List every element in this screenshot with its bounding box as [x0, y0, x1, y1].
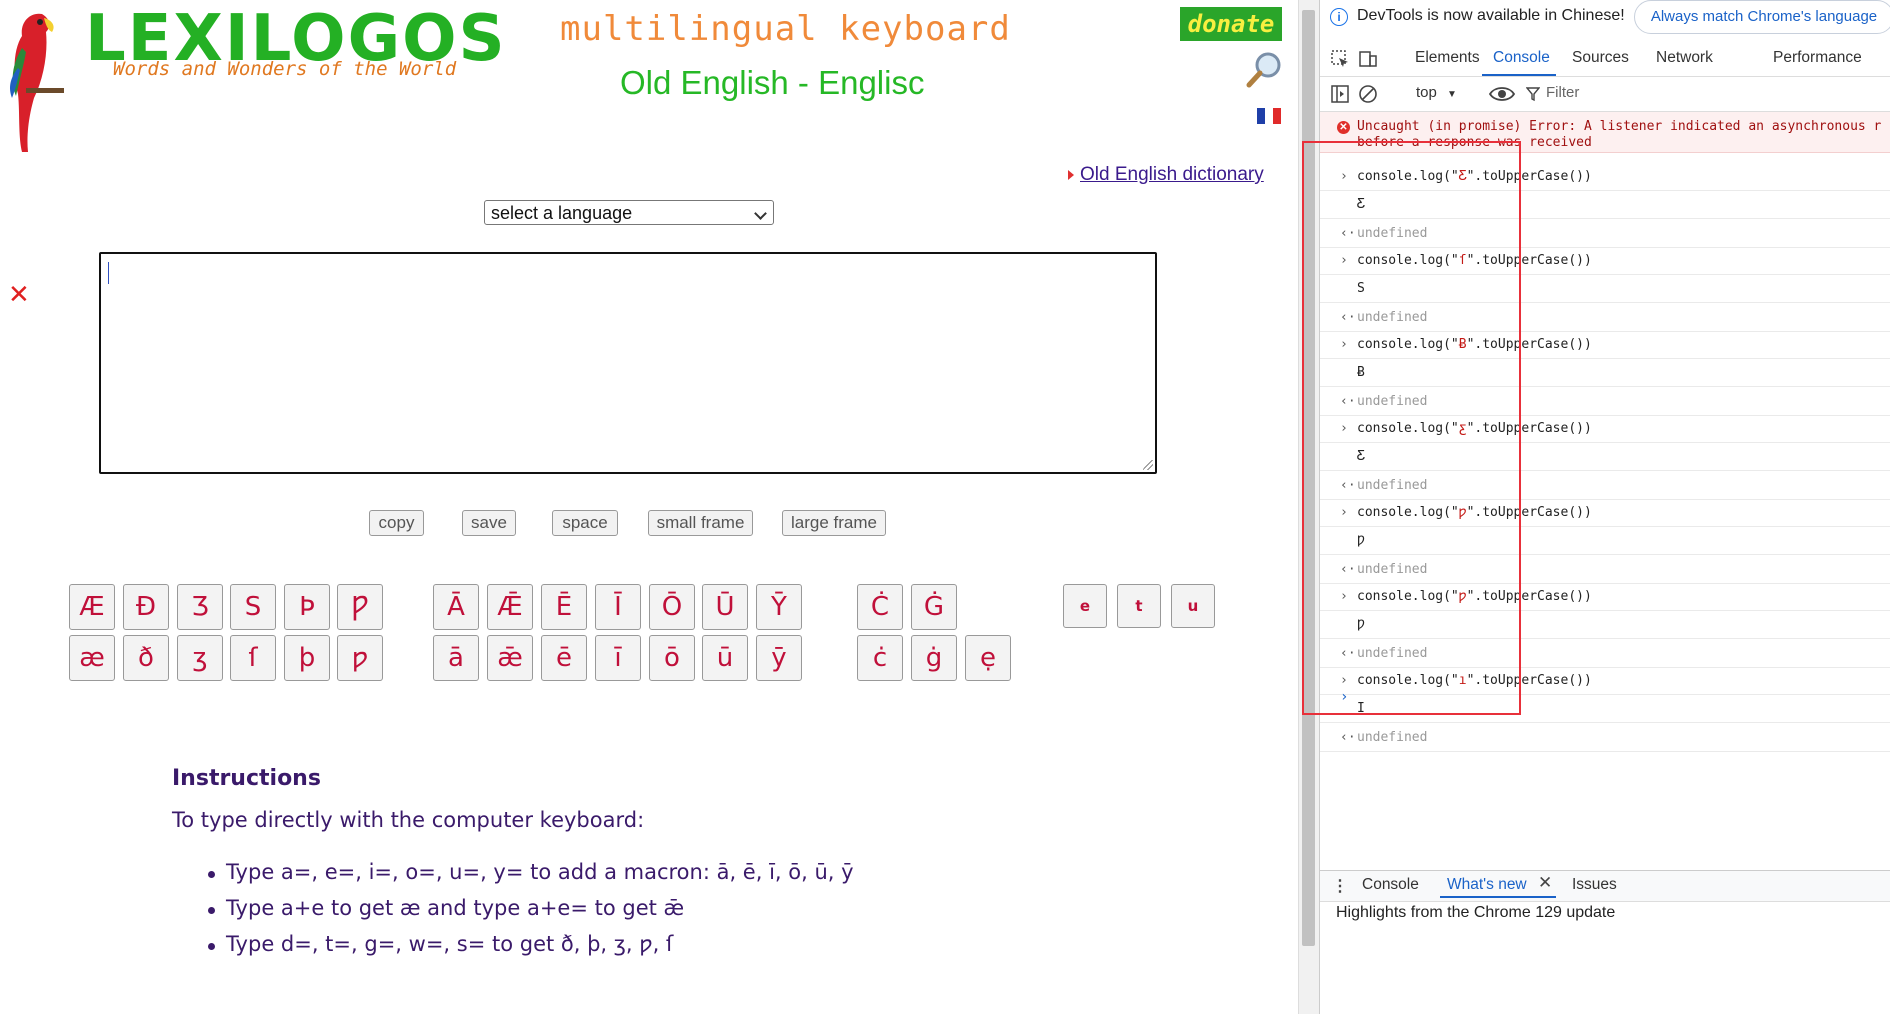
save-button[interactable]: save	[462, 510, 516, 536]
result-arrow-icon: ‹·	[1340, 729, 1356, 745]
french-flag-icon[interactable]	[1257, 108, 1281, 124]
character-key[interactable]: ū	[702, 635, 748, 681]
active-tab-indicator	[1482, 74, 1556, 76]
dictionary-arrow-icon	[1068, 170, 1074, 180]
character-key[interactable]: ċ	[857, 635, 903, 681]
error-icon: ✕	[1337, 121, 1350, 134]
drawer-tab-issues[interactable]: Issues	[1572, 876, 1617, 894]
character-key[interactable]: ā	[433, 635, 479, 681]
drawer-tab-whats-new[interactable]: What's new	[1447, 876, 1527, 894]
donate-button[interactable]: donate	[1180, 7, 1282, 41]
chevron-down-icon	[754, 207, 767, 220]
device-toolbar-icon[interactable]	[1358, 49, 1378, 69]
text-input-area[interactable]	[99, 252, 1157, 474]
character-key[interactable]: Ʒ	[177, 584, 223, 630]
tab-sources[interactable]: Sources	[1572, 49, 1629, 67]
keyboard-title: multilingual keyboard	[560, 9, 1011, 49]
info-icon: i	[1330, 8, 1348, 26]
instruction-item: Type a=, e=, i=, o=, u=, y= to add a mac…	[226, 860, 854, 884]
tab-console[interactable]: Console	[1493, 49, 1550, 67]
clear-text-icon[interactable]: ✕	[8, 282, 30, 308]
drawer-active-indicator	[1440, 896, 1556, 898]
small-character-key[interactable]: t	[1117, 584, 1161, 628]
instructions-heading: Instructions	[172, 766, 321, 791]
character-key[interactable]: S	[230, 584, 276, 630]
tab-elements[interactable]: Elements	[1415, 49, 1480, 67]
console-error-message: Uncaught (in promise) Error: A listener …	[1357, 119, 1882, 134]
character-key[interactable]: Ġ	[911, 584, 957, 630]
character-key[interactable]: ẹ	[965, 635, 1011, 681]
caret-down-icon: ▼	[1447, 89, 1457, 100]
resize-handle-icon[interactable]	[1143, 460, 1153, 470]
console-highlight-annotation	[1302, 141, 1521, 715]
character-key[interactable]: æ	[69, 635, 115, 681]
lexilogos-page: LEXILOGOS Words and Wonders of the World…	[0, 0, 1298, 1014]
character-key[interactable]: Ȳ	[756, 584, 802, 630]
character-key[interactable]: Ū	[702, 584, 748, 630]
character-key[interactable]: ƿ	[337, 635, 383, 681]
small-character-key[interactable]: e	[1063, 584, 1107, 628]
filter-icon	[1526, 87, 1540, 102]
language-select[interactable]: select a language	[484, 200, 774, 225]
tab-network[interactable]: Network	[1656, 49, 1713, 67]
close-icon[interactable]: ✕	[1538, 873, 1552, 893]
more-options-icon[interactable]: ⋮	[1332, 876, 1348, 896]
console-return-value: undefined	[1357, 729, 1428, 745]
console-filter-input[interactable]: Filter	[1546, 84, 1579, 101]
whats-new-headline: Highlights from the Chrome 129 update	[1336, 904, 1616, 921]
clear-console-icon[interactable]	[1358, 84, 1378, 104]
character-key[interactable]: ȳ	[756, 635, 802, 681]
small-character-key[interactable]: u	[1171, 584, 1215, 628]
character-key[interactable]: ʒ	[177, 635, 223, 681]
language-select-value: select a language	[491, 203, 633, 223]
character-key[interactable]: ð	[123, 635, 169, 681]
list-bullet	[208, 871, 215, 878]
character-key[interactable]: Ī	[595, 584, 641, 630]
devtools-info-text: DevTools is now available in Chinese!	[1357, 7, 1625, 24]
logo-tagline: Words and Wonders of the World	[113, 58, 457, 80]
character-key[interactable]: Ā	[433, 584, 479, 630]
character-key[interactable]: ſ	[230, 635, 276, 681]
large-frame-button[interactable]: large frame	[782, 510, 886, 536]
character-key[interactable]: Æ	[69, 584, 115, 630]
console-toolbar	[1320, 77, 1890, 112]
context-selector[interactable]: top ▼	[1416, 84, 1457, 101]
character-key[interactable]: Ǣ	[487, 584, 533, 630]
old-english-dictionary-link[interactable]: Old English dictionary	[1080, 164, 1264, 186]
copy-button[interactable]: copy	[369, 510, 424, 536]
character-key[interactable]: ī	[595, 635, 641, 681]
character-key[interactable]: ġ	[911, 635, 957, 681]
character-key[interactable]: ē	[541, 635, 587, 681]
parrot-logo-icon	[10, 13, 64, 153]
list-bullet	[208, 943, 215, 950]
character-key[interactable]: Đ	[123, 584, 169, 630]
inspect-element-icon[interactable]	[1330, 49, 1350, 69]
small-frame-button[interactable]: small frame	[648, 510, 753, 536]
character-key[interactable]: ō	[649, 635, 695, 681]
character-key[interactable]: ǣ	[487, 635, 533, 681]
instruction-item: Type d=, t=, g=, w=, s= to get ð, þ, ʒ, …	[226, 932, 674, 956]
language-title: Old English - Englisc	[620, 64, 925, 101]
drawer-tab-console[interactable]: Console	[1362, 876, 1419, 894]
instructions-intro: To type directly with the computer keybo…	[172, 808, 645, 832]
search-icon[interactable]	[1244, 50, 1284, 90]
sidebar-toggle-icon[interactable]	[1330, 84, 1350, 104]
character-key[interactable]: Ƿ	[337, 584, 383, 630]
instruction-item: Type a+e to get æ and type a+e= to get ǣ	[226, 896, 685, 920]
character-key[interactable]: Ċ	[857, 584, 903, 630]
context-selector-value: top	[1416, 84, 1437, 101]
character-key[interactable]: þ	[284, 635, 330, 681]
text-caret	[108, 262, 109, 284]
character-key[interactable]: Þ	[284, 584, 330, 630]
match-language-button[interactable]: Always match Chrome's language	[1634, 0, 1890, 34]
list-bullet	[208, 907, 215, 914]
live-expression-eye-icon[interactable]	[1488, 85, 1516, 103]
character-key[interactable]: Ē	[541, 584, 587, 630]
character-key[interactable]: Ō	[649, 584, 695, 630]
space-button[interactable]: space	[552, 510, 618, 536]
tab-performance[interactable]: Performance	[1773, 49, 1862, 67]
